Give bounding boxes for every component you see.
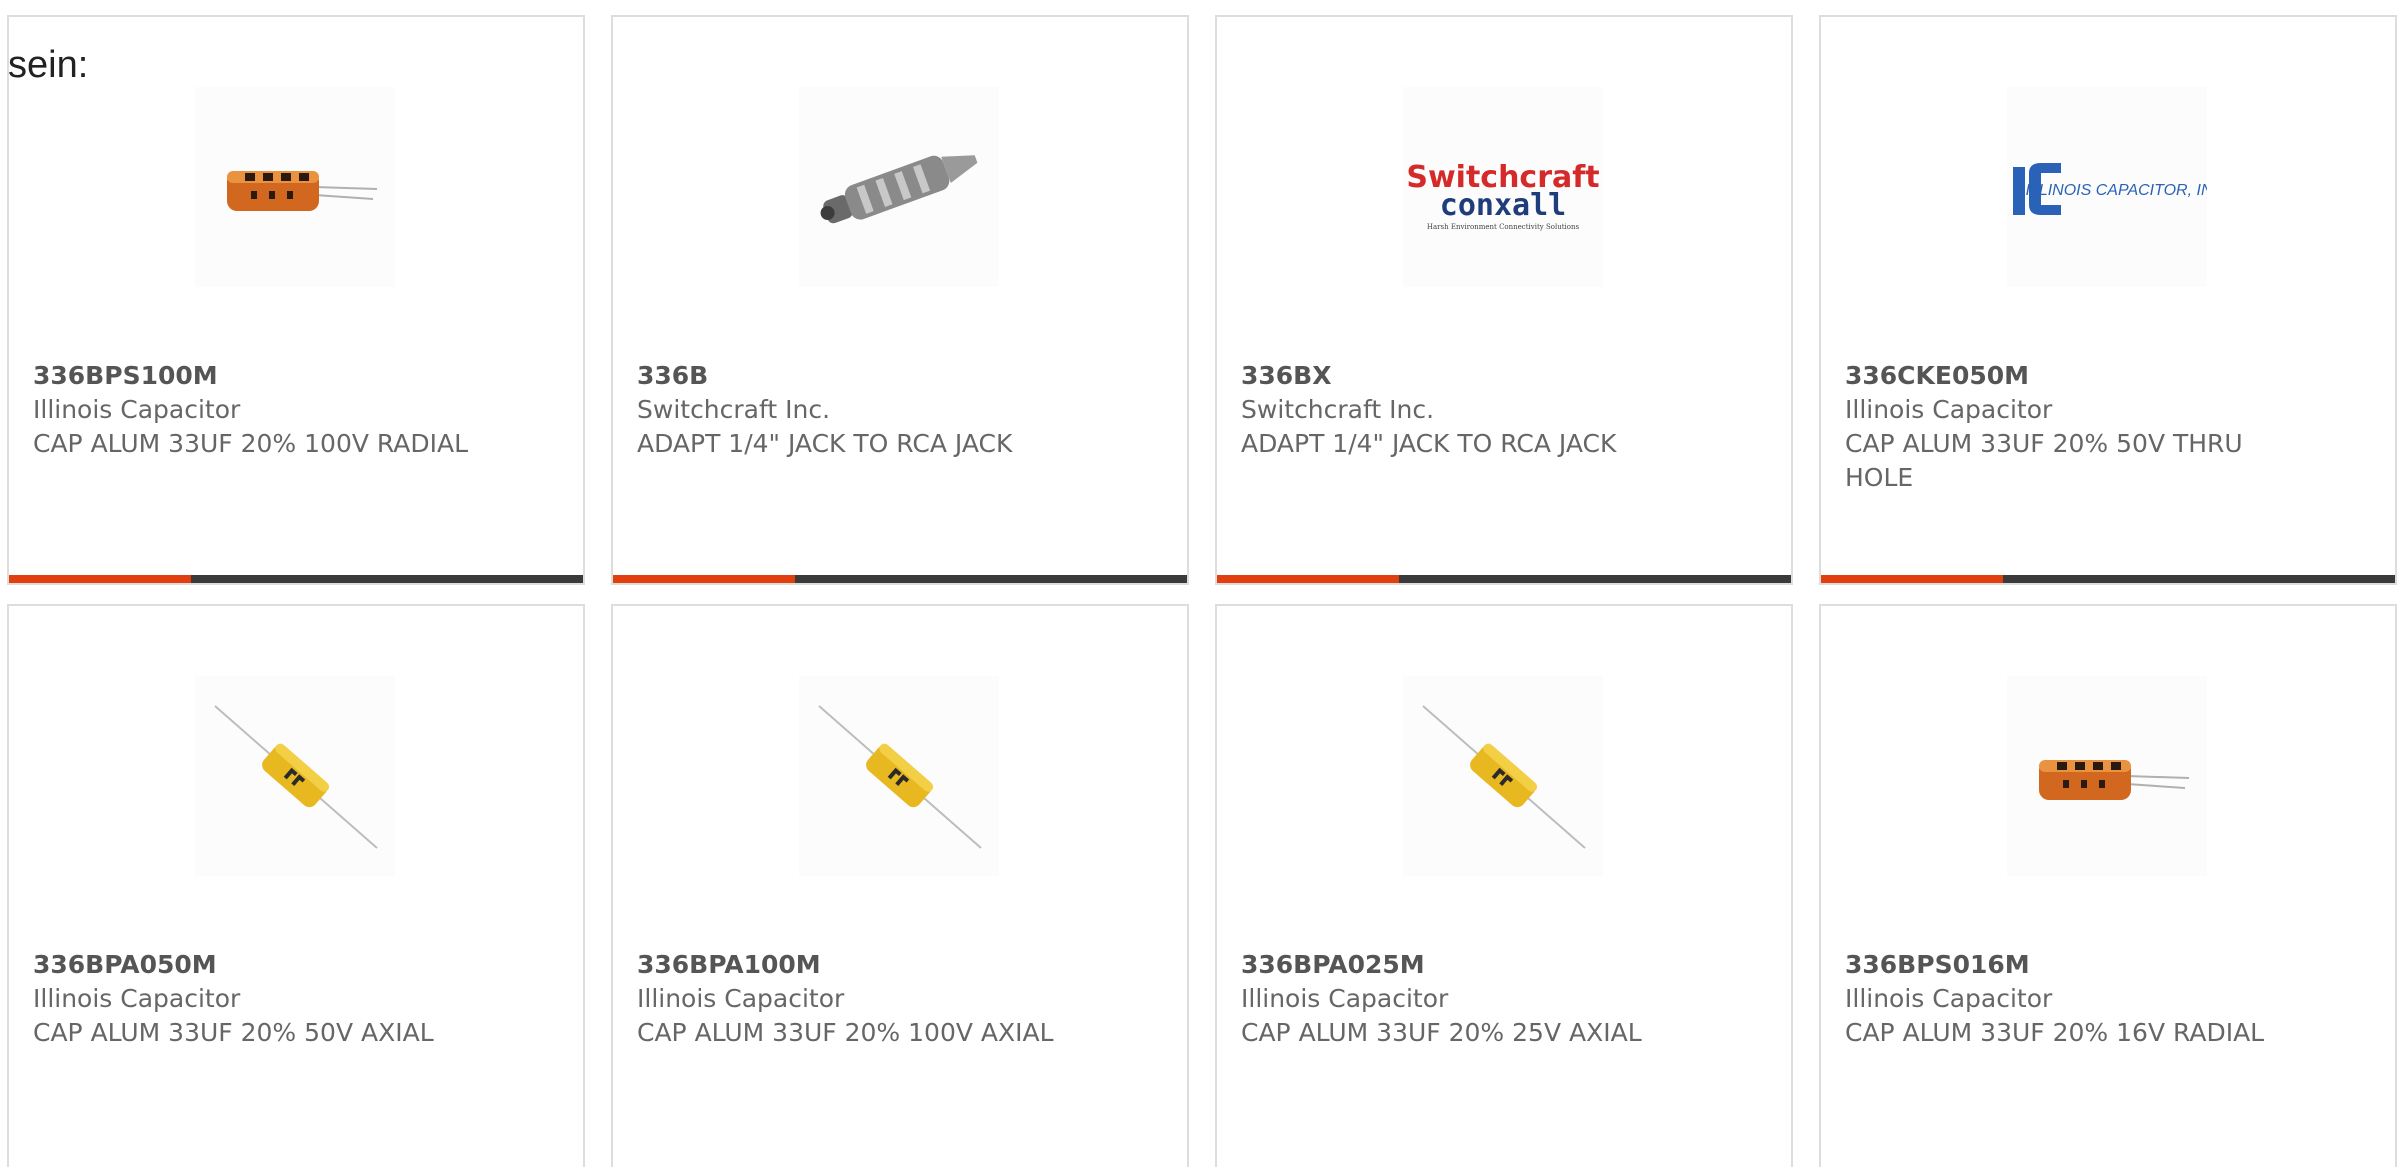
part-number-link[interactable]: 336CKE050M — [1845, 359, 2305, 393]
product-info: 336B Switchcraft Inc. ADAPT 1/4" JACK TO… — [637, 359, 1097, 461]
logo-tagline: Harsh Environment Connectivity Solutions — [1427, 223, 1580, 231]
product-card[interactable]: 336BPA025M Illinois Capacitor CAP ALUM 3… — [1215, 604, 1793, 1167]
product-card[interactable]: 336B Switchcraft Inc. ADAPT 1/4" JACK TO… — [611, 15, 1189, 585]
manufacturer-name: Switchcraft Inc. — [637, 395, 831, 424]
axial-capacitor-image[interactable] — [195, 676, 395, 876]
manufacturer-name: Illinois Capacitor — [1241, 984, 1449, 1013]
part-number-link[interactable]: 336BPS100M — [33, 359, 493, 393]
part-number-link[interactable]: 336BPA050M — [33, 948, 493, 982]
product-info: 336CKE050M Illinois Capacitor CAP ALUM 3… — [1845, 359, 2305, 495]
card-accent-bar — [1821, 575, 2003, 583]
product-info: 336BPS016M Illinois Capacitor CAP ALUM 3… — [1845, 948, 2305, 1050]
manufacturer-name: Illinois Capacitor — [637, 984, 845, 1013]
product-description: CAP ALUM 33UF 20% 50V THRU HOLE — [1845, 429, 2243, 492]
part-number-link[interactable]: 336B — [637, 359, 1097, 393]
product-card[interactable]: 336BPS100M Illinois Capacitor CAP ALUM 3… — [7, 15, 585, 585]
product-description: ADAPT 1/4" JACK TO RCA JACK — [637, 429, 1013, 458]
product-info: 336BX Switchcraft Inc. ADAPT 1/4" JACK T… — [1241, 359, 1701, 461]
jack-adapter-image[interactable] — [799, 87, 999, 287]
product-description: ADAPT 1/4" JACK TO RCA JACK — [1241, 429, 1617, 458]
product-description: CAP ALUM 33UF 20% 16V RADIAL — [1845, 1018, 2265, 1047]
product-card[interactable]: ILLINOIS CAPACITOR, INC. 336CKE050M Illi… — [1819, 15, 2397, 585]
switchcraft-conxall-logo[interactable]: Switchcraft conxall Harsh Environment Co… — [1403, 87, 1603, 287]
manufacturer-name: Illinois Capacitor — [33, 395, 241, 424]
product-description: CAP ALUM 33UF 20% 100V AXIAL — [637, 1018, 1054, 1047]
manufacturer-name: Illinois Capacitor — [33, 984, 241, 1013]
product-info: 336BPA100M Illinois Capacitor CAP ALUM 3… — [637, 948, 1097, 1050]
axial-capacitor-image[interactable] — [1403, 676, 1603, 876]
product-card[interactable]: 336BPS016M Illinois Capacitor CAP ALUM 3… — [1819, 604, 2397, 1167]
card-footer-bar — [1217, 575, 1791, 583]
card-footer-bar — [9, 575, 583, 583]
part-number-link[interactable]: 336BPA100M — [637, 948, 1097, 982]
part-number-link[interactable]: 336BPA025M — [1241, 948, 1701, 982]
product-description: CAP ALUM 33UF 20% 25V AXIAL — [1241, 1018, 1642, 1047]
part-number-link[interactable]: 336BPS016M — [1845, 948, 2305, 982]
card-accent-bar — [1217, 575, 1399, 583]
product-grid-page: sein: 336BPS100M Illinois Capacitor CAP … — [0, 0, 2400, 1167]
product-card[interactable]: 336BPA100M Illinois Capacitor CAP ALUM 3… — [611, 604, 1189, 1167]
radial-capacitor-image[interactable] — [195, 87, 395, 287]
manufacturer-name: Illinois Capacitor — [1845, 984, 2053, 1013]
product-info: 336BPA050M Illinois Capacitor CAP ALUM 3… — [33, 948, 493, 1050]
product-description: CAP ALUM 33UF 20% 100V RADIAL — [33, 429, 469, 458]
card-accent-bar — [613, 575, 795, 583]
manufacturer-name: Switchcraft Inc. — [1241, 395, 1435, 424]
product-info: 336BPS100M Illinois Capacitor CAP ALUM 3… — [33, 359, 493, 461]
card-accent-bar — [9, 575, 191, 583]
product-card[interactable]: Switchcraft conxall Harsh Environment Co… — [1215, 15, 1793, 585]
part-number-link[interactable]: 336BX — [1241, 359, 1701, 393]
logo-text: ILLINOIS CAPACITOR, INC. — [2025, 182, 2207, 199]
radial-capacitor-image[interactable] — [2007, 676, 2207, 876]
product-info: 336BPA025M Illinois Capacitor CAP ALUM 3… — [1241, 948, 1701, 1050]
card-footer-bar — [1821, 575, 2395, 583]
card-footer-bar — [613, 575, 1187, 583]
product-card[interactable]: 336BPA050M Illinois Capacitor CAP ALUM 3… — [7, 604, 585, 1167]
illinois-capacitor-logo[interactable]: ILLINOIS CAPACITOR, INC. — [2007, 87, 2207, 287]
intro-text: sein: — [8, 44, 89, 86]
product-description: CAP ALUM 33UF 20% 50V AXIAL — [33, 1018, 434, 1047]
logo-line-2: conxall — [1440, 188, 1566, 223]
axial-capacitor-image[interactable] — [799, 676, 999, 876]
manufacturer-name: Illinois Capacitor — [1845, 395, 2053, 424]
